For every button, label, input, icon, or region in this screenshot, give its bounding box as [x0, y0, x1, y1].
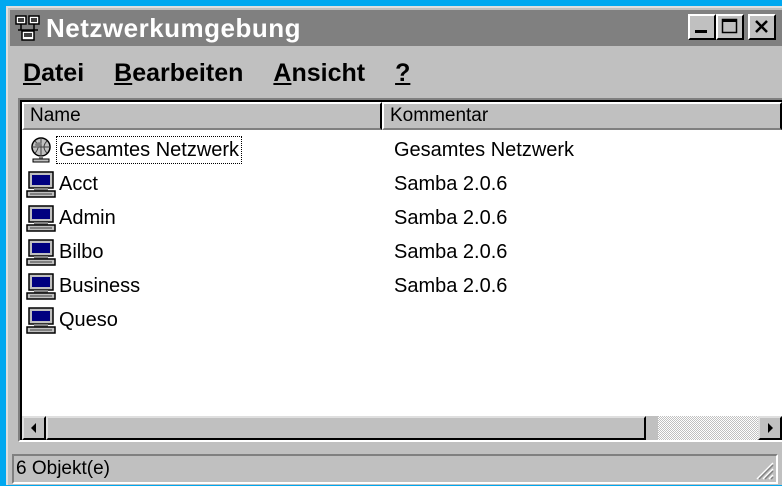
- item-name-cell: Acct: [26, 170, 100, 198]
- menu-bearbeiten[interactable]: Bearbeiten: [105, 59, 252, 88]
- list-item[interactable]: Gesamtes Netzwerk Gesamtes Netzwerk: [22, 132, 782, 166]
- menu-datei-mnemonic: D: [23, 58, 42, 87]
- list-item[interactable]: Business Samba 2.0.6: [22, 268, 782, 302]
- list-header: Name Kommentar: [22, 102, 782, 130]
- menu-ansicht[interactable]: Ansicht: [264, 59, 374, 88]
- explorer-window: Netzwerkumgebung Datei Bearbeiten Ansich…: [6, 6, 782, 485]
- window-controls: [688, 14, 776, 40]
- scroll-thumb[interactable]: [46, 416, 646, 440]
- maximize-icon: [721, 18, 738, 34]
- status-text: 6 Objekt(e): [16, 458, 110, 479]
- item-name: Queso: [59, 309, 118, 331]
- item-name-cell: Queso: [26, 306, 120, 334]
- column-header-name[interactable]: Name: [22, 102, 382, 130]
- list-item[interactable]: Acct Samba 2.0.6: [22, 166, 782, 200]
- column-header-comment[interactable]: Kommentar: [382, 102, 782, 130]
- computer-icon: [26, 205, 56, 232]
- item-comment: Samba 2.0.6: [394, 173, 508, 195]
- item-name: Business: [59, 275, 141, 297]
- item-comment: Samba 2.0.6: [394, 241, 508, 263]
- menu-help-mnemonic: ?: [395, 58, 411, 87]
- item-name: Gesamtes Netzwerk: [55, 136, 243, 164]
- menu-help[interactable]: ?: [386, 59, 419, 88]
- menu-bearbeiten-label: earbeiten: [132, 58, 244, 87]
- computer-icon: [26, 171, 56, 198]
- status-bar: 6 Objekt(e): [12, 452, 778, 486]
- item-name: Admin: [59, 207, 116, 229]
- item-name: Acct: [59, 173, 98, 195]
- status-panel: 6 Objekt(e): [12, 454, 778, 484]
- computer-icon: [26, 273, 56, 300]
- close-icon: [755, 20, 768, 33]
- minimize-button[interactable]: [688, 14, 716, 40]
- item-name-cell: Business: [26, 272, 142, 300]
- item-comment: Samba 2.0.6: [394, 275, 508, 297]
- item-name: Bilbo: [59, 241, 104, 263]
- menu-ansicht-label: nsicht: [291, 58, 366, 87]
- item-name-cell: Bilbo: [26, 238, 105, 266]
- maximize-button[interactable]: [716, 14, 744, 40]
- network-list-view[interactable]: Name Kommentar Gesamtes Netzwerk Gesamte…: [18, 98, 782, 442]
- menu-bearbeiten-mnemonic: B: [114, 58, 133, 87]
- item-name-cell: Gesamtes Netzwerk: [26, 136, 243, 164]
- menu-datei-label: atei: [41, 58, 85, 87]
- title-bar[interactable]: Netzwerkumgebung: [10, 10, 782, 46]
- computer-icon: [26, 239, 56, 266]
- minimize-icon: [695, 30, 707, 33]
- close-button[interactable]: [748, 14, 776, 40]
- list-item[interactable]: Admin Samba 2.0.6: [22, 200, 782, 234]
- menu-datei[interactable]: Datei: [14, 59, 93, 88]
- arrow-left-icon: [31, 423, 36, 433]
- list-frame: Name Kommentar Gesamtes Netzwerk Gesamte…: [20, 100, 782, 440]
- list-item[interactable]: Bilbo Samba 2.0.6: [22, 234, 782, 268]
- network-neighborhood-icon: [15, 15, 40, 41]
- item-comment: Samba 2.0.6: [394, 207, 508, 229]
- list-rows: Gesamtes Netzwerk Gesamtes Netzwerk Acct…: [22, 132, 782, 336]
- item-comment: Gesamtes Netzwerk: [394, 139, 575, 161]
- scroll-track[interactable]: [46, 416, 758, 440]
- list-item[interactable]: Queso: [22, 302, 782, 336]
- horizontal-scrollbar[interactable]: [22, 416, 782, 440]
- scroll-track-pattern: [658, 416, 758, 440]
- window-title: Netzwerkumgebung: [46, 13, 302, 43]
- menu-bar: Datei Bearbeiten Ansicht ?: [14, 52, 782, 94]
- globe-network-icon: [31, 137, 51, 163]
- arrow-right-icon: [768, 423, 773, 433]
- scroll-right-button[interactable]: [758, 416, 782, 440]
- computer-icon: [26, 307, 56, 334]
- item-name-cell: Admin: [26, 204, 118, 232]
- resize-grip-icon[interactable]: [752, 458, 774, 480]
- menu-ansicht-mnemonic: A: [273, 58, 292, 87]
- scroll-left-button[interactable]: [22, 416, 46, 440]
